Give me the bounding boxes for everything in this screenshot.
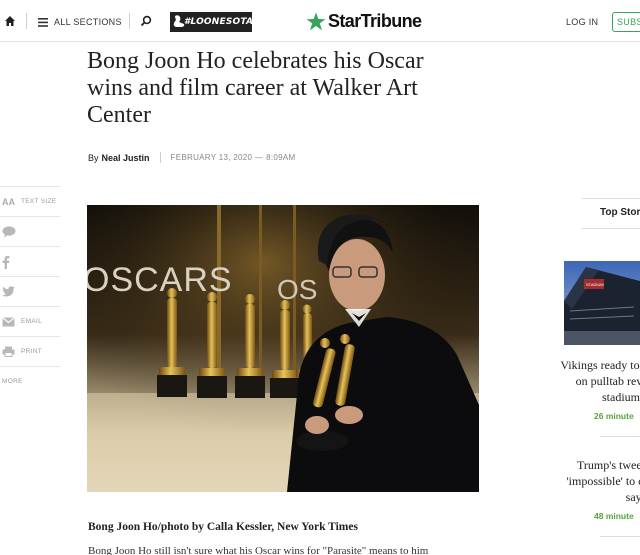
brand-name: StarTribune <box>328 11 422 31</box>
rail-divider <box>582 198 640 199</box>
loon-icon <box>173 15 185 27</box>
article-headline: Bong Joon Ho celebrates his Oscar wins a… <box>87 48 424 128</box>
share-rail: AA TEXT SIZE EMAIL PRINT MORE <box>0 186 60 396</box>
header-divider <box>26 13 27 29</box>
rail-divider <box>582 228 640 229</box>
story-title-line: says <box>625 490 640 504</box>
stadium-photo-illustration: STADIUM <box>564 261 640 345</box>
top-story-link[interactable]: Vikings ready to on pulltab rev stadium <box>550 357 640 405</box>
text-size-label: TEXT SIZE <box>21 198 57 205</box>
text-size-icon: AA <box>2 196 15 207</box>
author-link[interactable]: Neal Justin <box>102 153 150 163</box>
byline-divider <box>159 152 161 163</box>
story-thumbnail[interactable]: STADIUM <box>564 261 640 345</box>
all-sections-label: ALL SECTIONS <box>54 17 122 27</box>
log-in-link[interactable]: LOG IN <box>566 17 598 27</box>
top-stories-title: Top Stor <box>600 207 640 218</box>
comment-icon <box>2 225 16 237</box>
stadium-sign-text: STADIUM <box>586 282 604 287</box>
loonesota-label: #LOONESOTA <box>184 17 254 27</box>
rail-divider <box>600 436 640 437</box>
publish-date: FEBRUARY 13, 2020 — <box>170 153 264 162</box>
subscribe-button[interactable]: SUBS <box>612 12 640 32</box>
header-divider <box>129 13 130 29</box>
twitter-share-button[interactable] <box>0 276 60 306</box>
story-timestamp: 48 minute <box>594 511 634 521</box>
story-title-line: on pulltab rev <box>575 374 640 388</box>
story-title-line: Vikings ready to <box>560 358 640 372</box>
email-icon <box>2 316 15 326</box>
story-title-line: Trump's tweet <box>576 458 640 472</box>
svg-text:OS: OS <box>277 274 317 305</box>
article-photo[interactable]: OSCARS OS <box>87 205 479 492</box>
story-title-line: stadium <box>602 390 640 404</box>
facebook-icon <box>2 255 10 269</box>
site-header: ALL SECTIONS #LOONESOTA StarTribune LOG … <box>0 0 640 42</box>
publish-time: 8:09AM <box>266 153 296 162</box>
star-icon <box>306 12 326 31</box>
loonesota-promo-link[interactable]: #LOONESOTA <box>170 12 254 32</box>
photo-caption: Bong Joon Ho/photo by Calla Kessler, New… <box>88 521 358 533</box>
comments-button[interactable] <box>0 216 60 246</box>
article-body-first-line: Bong Joon Ho still isn't sure what his O… <box>88 545 429 555</box>
top-story-link[interactable]: Trump's tweet 'impossible' to c says <box>555 457 640 505</box>
facebook-share-button[interactable] <box>0 246 60 276</box>
byline: By Neal Justin FEBRUARY 13, 2020 — 8:09A… <box>88 152 295 163</box>
email-label: EMAIL <box>21 318 43 325</box>
print-label: PRINT <box>21 348 42 355</box>
more-share-button[interactable]: MORE <box>0 366 60 396</box>
email-share-button[interactable]: EMAIL <box>0 306 60 336</box>
all-sections-menu-button[interactable]: ALL SECTIONS <box>38 12 122 32</box>
startribune-logo[interactable]: StarTribune <box>306 11 422 32</box>
twitter-icon <box>2 286 15 297</box>
home-icon[interactable] <box>4 15 16 27</box>
search-icon[interactable] <box>140 15 152 27</box>
story-timestamp: 26 minute <box>594 411 634 421</box>
oscars-photo-illustration: OSCARS OS <box>87 205 479 492</box>
text-size-button[interactable]: AA TEXT SIZE <box>0 186 60 216</box>
rail-divider <box>600 536 640 537</box>
story-title-line: 'impossible' to c <box>566 474 640 488</box>
print-button[interactable]: PRINT <box>0 336 60 366</box>
hamburger-icon <box>38 17 48 27</box>
byline-prefix: By <box>88 152 99 163</box>
print-icon <box>2 346 15 357</box>
more-label: MORE <box>2 378 23 385</box>
